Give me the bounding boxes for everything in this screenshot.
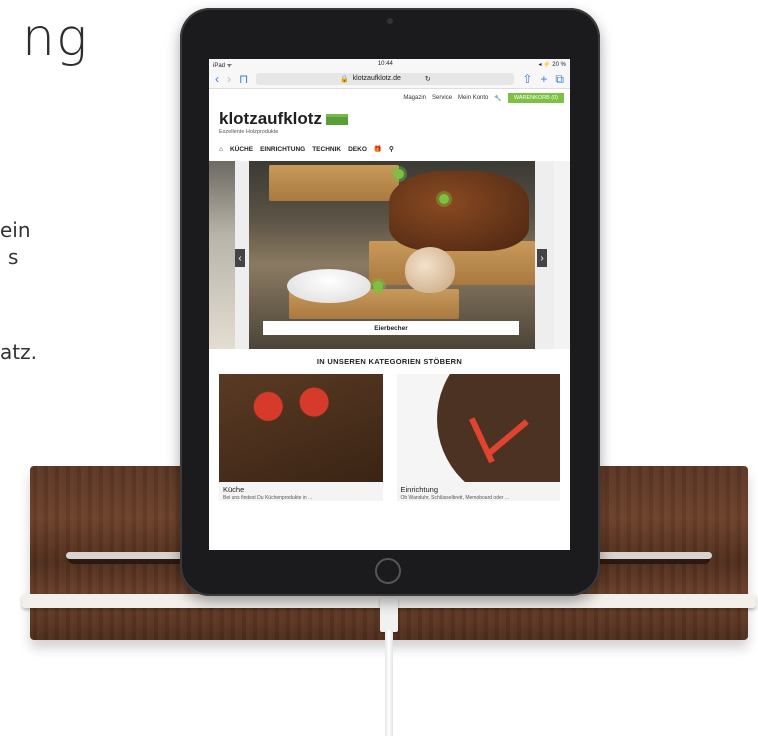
tabs-icon[interactable]: ⧉ xyxy=(555,73,564,85)
category-card-kueche[interactable]: Küche Bei uns findest Du Küchenprodukte … xyxy=(219,374,383,501)
categories-heading: IN UNSEREN KATEGORIEN STÖBERN xyxy=(316,357,463,366)
slider-next-arrow[interactable]: › xyxy=(537,249,547,267)
lightning-plug xyxy=(380,598,398,632)
ipad-device: iPad ᯤ 10:44 ◂ ⚡ 20 % ‹ › ⊓ 🔒 klotzaufkl… xyxy=(180,8,600,596)
heading-fragment: ng xyxy=(22,8,89,68)
clock-image xyxy=(436,374,560,482)
hero-slider: ‹ › Eierbecher xyxy=(209,161,570,349)
address-text: klotzaufklotz.de xyxy=(352,75,401,82)
category-title: Küche xyxy=(223,485,245,494)
hotspot-3[interactable] xyxy=(373,281,383,291)
hero-board-1 xyxy=(269,165,399,201)
link-magazin[interactable]: Magazin xyxy=(403,95,426,101)
logo-mark-icon xyxy=(325,113,348,125)
text-fragment-2: s xyxy=(8,245,19,269)
category-list: Küche Bei uns findest Du Küchenprodukte … xyxy=(209,366,570,509)
menu-item-technik[interactable]: TECHNIK xyxy=(312,146,341,153)
slider-prev-arrow[interactable]: ‹ xyxy=(235,249,245,267)
reload-icon[interactable]: ↻ xyxy=(425,75,431,83)
hero-egg xyxy=(405,247,455,293)
hotspot-2[interactable] xyxy=(439,194,449,204)
main-menu: ⌂ KÜCHE EINRICHTUNG TECHNIK DEKO 🎁 ⚲ xyxy=(209,135,570,161)
link-mein-konto[interactable]: Mein Konto xyxy=(458,95,488,101)
logo-text: klotzaufklotz xyxy=(219,109,322,128)
menu-item-deko[interactable]: DEKO xyxy=(348,146,367,153)
wrench-icon: 🔧 xyxy=(494,95,502,102)
hotspot-1[interactable] xyxy=(394,169,404,179)
hero-caption[interactable]: Eierbecher xyxy=(263,321,519,335)
link-service[interactable]: Service xyxy=(432,95,452,101)
camera-icon xyxy=(387,18,393,24)
gift-icon[interactable]: 🎁 xyxy=(374,145,382,153)
hero-next-slide xyxy=(554,161,570,349)
hero-prev-slide xyxy=(209,161,235,349)
text-fragment-3: atz. xyxy=(0,340,37,364)
category-card-einrichtung[interactable]: Einrichtung Ob Wanduhr, Schlüsselbrett, … xyxy=(396,374,560,501)
status-battery: ◂ ⚡ 20 % xyxy=(538,62,566,68)
back-icon[interactable]: ‹ xyxy=(215,73,219,85)
status-time: 10:44 xyxy=(377,61,393,67)
forward-icon[interactable]: › xyxy=(227,73,231,85)
home-button[interactable] xyxy=(375,558,401,584)
home-icon[interactable]: ⌂ xyxy=(219,146,223,153)
site-logo[interactable]: klotzaufklotz xyxy=(209,109,570,129)
category-image-einrichtung xyxy=(396,374,560,482)
address-bar[interactable]: 🔒 klotzaufklotz.de ↻ xyxy=(256,72,515,85)
status-bar: iPad ᯤ 10:44 ◂ ⚡ 20 % xyxy=(209,59,570,69)
top-links: Magazin Service Mein Konto 🔧 WARENKORB (… xyxy=(209,89,570,107)
category-text: Ob Wanduhr, Schlüsselbrett, Memoboard od… xyxy=(400,495,509,501)
category-title: Einrichtung xyxy=(400,485,439,494)
category-text: Bei uns findest Du Küchenprodukte in ... xyxy=(223,495,313,501)
ipad-screen: iPad ᯤ 10:44 ◂ ⚡ 20 % ‹ › ⊓ 🔒 klotzaufkl… xyxy=(209,59,570,550)
share-icon[interactable]: ⇧ xyxy=(522,73,532,85)
menu-item-einrichtung[interactable]: EINRICHTUNG xyxy=(260,146,305,153)
category-image-kueche xyxy=(219,374,383,482)
text-fragment-1: ein xyxy=(0,218,31,242)
browser-toolbar: ‹ › ⊓ 🔒 klotzaufklotz.de ↻ ⇧ + ⧉ xyxy=(209,69,570,89)
status-carrier: iPad ᯤ xyxy=(213,63,233,69)
search-icon[interactable]: ⚲ xyxy=(389,145,394,153)
lock-icon: 🔒 xyxy=(339,75,349,83)
hero-bread xyxy=(389,171,529,251)
bookmarks-icon[interactable]: ⊓ xyxy=(239,73,248,85)
charging-cable xyxy=(385,630,393,736)
new-tab-icon[interactable]: + xyxy=(540,73,547,85)
cart-button[interactable]: WARENKORB (0) xyxy=(507,93,564,103)
hero-bowl xyxy=(287,269,371,303)
menu-item-kueche[interactable]: KÜCHE xyxy=(230,146,253,153)
